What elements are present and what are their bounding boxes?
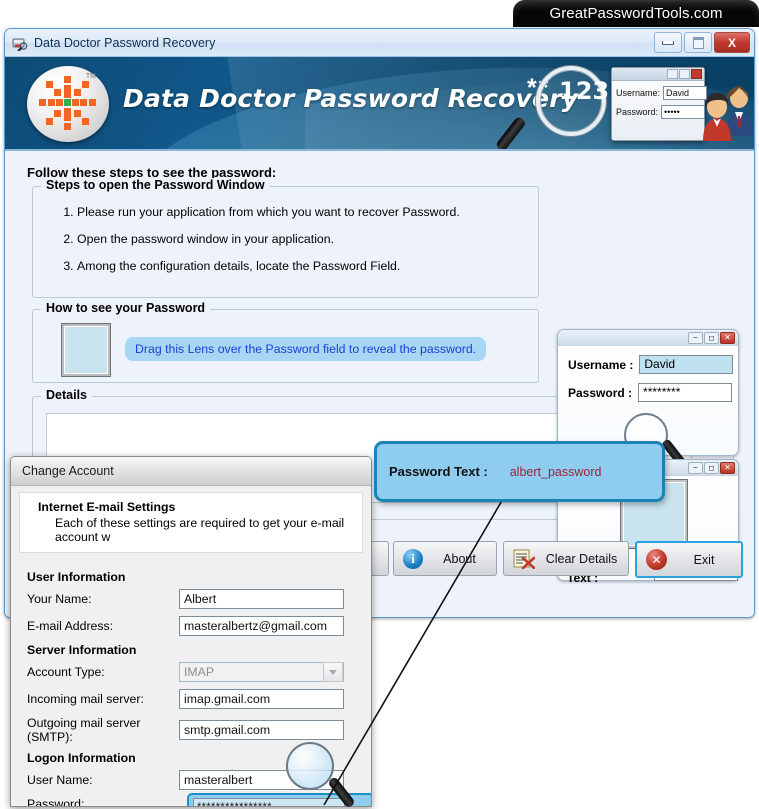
password-input[interactable]: **************** [193, 798, 345, 806]
info-icon: i [403, 548, 423, 569]
change-account-header-title: Internet E-mail Settings [38, 500, 176, 514]
banner-preview-maximize-icon [679, 69, 690, 79]
preview-a-username-row: Username : David [568, 355, 738, 374]
banner-users-icon [695, 81, 754, 146]
account-type-value: IMAP [184, 665, 215, 679]
logo-glyph [39, 76, 96, 130]
window-title: Data Doctor Password Recovery [34, 35, 216, 50]
steps-groupbox-legend: Steps to open the Password Window [41, 178, 270, 192]
clear-details-icon [513, 549, 535, 569]
maximize-button[interactable] [684, 32, 712, 53]
how-to-groupbox-legend: How to see your Password [41, 301, 211, 315]
dialog-magnifier-lens[interactable] [286, 742, 334, 790]
field-row-incoming-server: Incoming mail server: [27, 689, 363, 709]
exit-button[interactable]: ✕ Exit [635, 541, 743, 578]
password-window-preview: – ◻ ✕ Username : David Password : ******… [557, 329, 739, 457]
email-address-label: E-mail Address: [27, 619, 114, 633]
steps-list: Please run your application from which y… [33, 187, 538, 273]
preview-a-minimize-icon: – [688, 331, 703, 344]
preview-a-titlebar: – ◻ ✕ [558, 330, 738, 346]
minimize-icon [662, 40, 674, 45]
account-type-label: Account Type: [27, 665, 105, 679]
close-icon: X [727, 35, 736, 50]
banner-preview-minimize-icon [667, 69, 678, 79]
change-account-header-subtitle: Each of these settings are required to g… [55, 516, 345, 544]
banner-preview-username-row: Username: David [616, 86, 708, 100]
your-name-label: Your Name: [27, 592, 92, 606]
preview-a-password-value: ******** [638, 383, 733, 402]
banner-preview-username-label: Username: [616, 88, 661, 98]
preview-a-close-icon: ✕ [720, 331, 735, 344]
step-item-1: Please run your application from which y… [77, 205, 538, 219]
maximize-icon [692, 36, 704, 49]
draggable-lens-handle[interactable] [62, 324, 110, 376]
field-row-outgoing-server: Outgoing mail server (SMTP): [27, 716, 363, 744]
change-account-header: Internet E-mail Settings Each of these s… [19, 492, 363, 553]
about-button[interactable]: i About [393, 541, 497, 576]
app-banner: TM Data Doctor Password Recovery ** 123 … [5, 57, 754, 151]
step-item-3: Among the configuration details, locate … [77, 259, 538, 273]
banner-number-label: 123 [559, 77, 610, 105]
outgoing-server-label: Outgoing mail server (SMTP): [27, 716, 141, 744]
app-icon [12, 35, 28, 51]
clear-details-button[interactable]: Clear Details [503, 541, 629, 576]
details-groupbox-legend: Details [41, 388, 92, 402]
preview-a-password-label: Password : [568, 385, 633, 400]
preview-a-username-value: David [639, 355, 734, 374]
close-button[interactable]: X [714, 32, 750, 53]
banner-login-preview: Username: David Password: ••••• [611, 67, 708, 141]
window-controls: X [654, 32, 750, 53]
email-address-input[interactable] [179, 616, 344, 636]
title-bar: Data Doctor Password Recovery X [5, 29, 754, 57]
site-brand-tab: GreatPasswordTools.com [513, 0, 759, 27]
steps-groupbox: Steps to open the Password Window Please… [32, 178, 539, 298]
your-name-input[interactable] [179, 589, 344, 609]
password-text-callout: Password Text : albert_password [374, 441, 665, 502]
callout-password-value: albert_password [509, 464, 602, 479]
banner-preview-password-label: Password: [616, 107, 659, 117]
field-row-your-name: Your Name: [27, 589, 363, 609]
drag-lens-hint: Drag this Lens over the Password field t… [125, 337, 487, 361]
change-account-titlebar: Change Account [11, 457, 371, 486]
change-account-title: Change Account [22, 464, 114, 478]
about-button-label: About [443, 551, 476, 566]
preview-a-username-label: Username : [568, 357, 634, 372]
section-user-information: User Information [27, 570, 126, 584]
clear-details-button-label: Clear Details [545, 551, 618, 566]
site-brand-label: GreatPasswordTools.com [549, 5, 723, 22]
banner-title: Data Doctor Password Recovery [123, 84, 579, 113]
incoming-server-label: Incoming mail server: [27, 692, 144, 706]
preview-b-maximize-icon: ◻ [704, 461, 719, 474]
outgoing-server-input[interactable] [179, 720, 344, 740]
section-server-information: Server Information [27, 643, 137, 657]
account-type-select[interactable]: IMAP [179, 662, 344, 682]
preview-a-maximize-icon: ◻ [704, 331, 719, 344]
callout-label: Password Text : [389, 464, 488, 479]
preview-b-minimize-icon: – [688, 461, 703, 474]
banner-preview-password-row: Password: ••••• [616, 105, 706, 119]
password-label: Password: [27, 797, 85, 807]
chevron-down-icon[interactable] [323, 662, 343, 682]
banner-preview-titlebar [612, 68, 704, 81]
preview-a-password-row: Password : ******** [568, 383, 738, 402]
step-item-2: Open the password window in your applica… [77, 232, 538, 246]
exit-button-label: Exit [693, 552, 715, 567]
minimize-button[interactable] [654, 32, 682, 53]
field-row-account-type: Account Type: IMAP [27, 662, 363, 682]
how-to-groupbox: How to see your Password Drag this Lens … [32, 301, 539, 383]
company-logo: TM [27, 66, 109, 142]
user-name-label: User Name: [27, 773, 93, 787]
field-row-email-address: E-mail Address: [27, 616, 363, 636]
exit-icon: ✕ [646, 549, 667, 570]
banner-preview-close-icon [691, 69, 702, 79]
preview-b-close-icon: ✕ [720, 461, 735, 474]
field-row-password: Password: **************** [27, 793, 371, 807]
incoming-server-input[interactable] [179, 689, 344, 709]
